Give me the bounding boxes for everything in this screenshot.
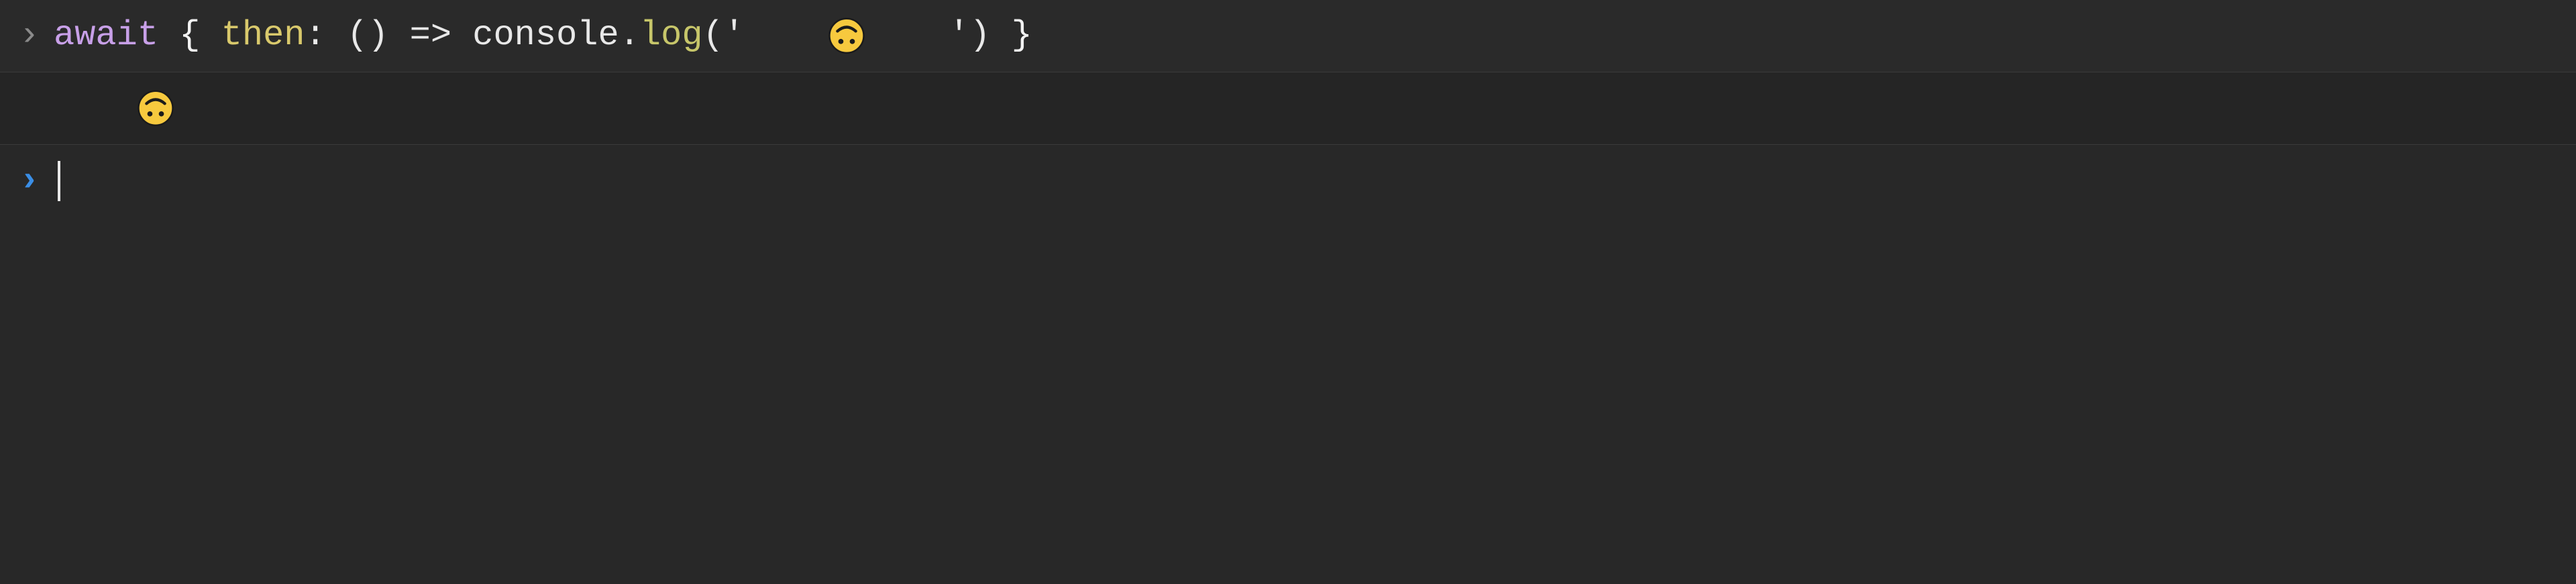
token-call-lparen: ( xyxy=(703,15,724,56)
console-output-value xyxy=(54,90,2560,127)
token-keyword-await: await xyxy=(54,15,158,56)
token-property-then: then xyxy=(221,15,305,56)
console-input-code: await { then: () => console.log('') } xyxy=(54,15,2560,56)
token-lparen: ( xyxy=(347,15,368,56)
token-call-rparen: ) xyxy=(969,15,990,56)
input-chevron-icon: › xyxy=(16,15,54,56)
token-brace-close: } xyxy=(1012,15,1032,56)
token-rparen: ) xyxy=(368,15,388,56)
upside-down-face-icon xyxy=(746,17,947,54)
token-quote-open: ' xyxy=(724,15,745,56)
prompt-chevron-icon: › xyxy=(16,160,54,202)
text-caret-icon xyxy=(58,161,60,201)
token-quote-close: ' xyxy=(949,15,969,56)
upside-down-face-icon xyxy=(55,90,256,127)
token-method-log: log xyxy=(640,15,703,56)
token-brace-open: { xyxy=(179,15,200,56)
token-colon: : xyxy=(305,15,326,56)
token-arrow: => xyxy=(410,15,451,56)
devtools-console: › await { then: () => console.log('') } … xyxy=(0,0,2576,217)
console-prompt-row[interactable]: › xyxy=(0,145,2576,217)
token-ident-console: console xyxy=(472,15,619,56)
token-dot: . xyxy=(619,15,640,56)
console-prompt-input[interactable] xyxy=(54,161,2560,201)
console-input-row[interactable]: › await { then: () => console.log('') } xyxy=(0,0,2576,72)
console-output-row xyxy=(0,72,2576,145)
